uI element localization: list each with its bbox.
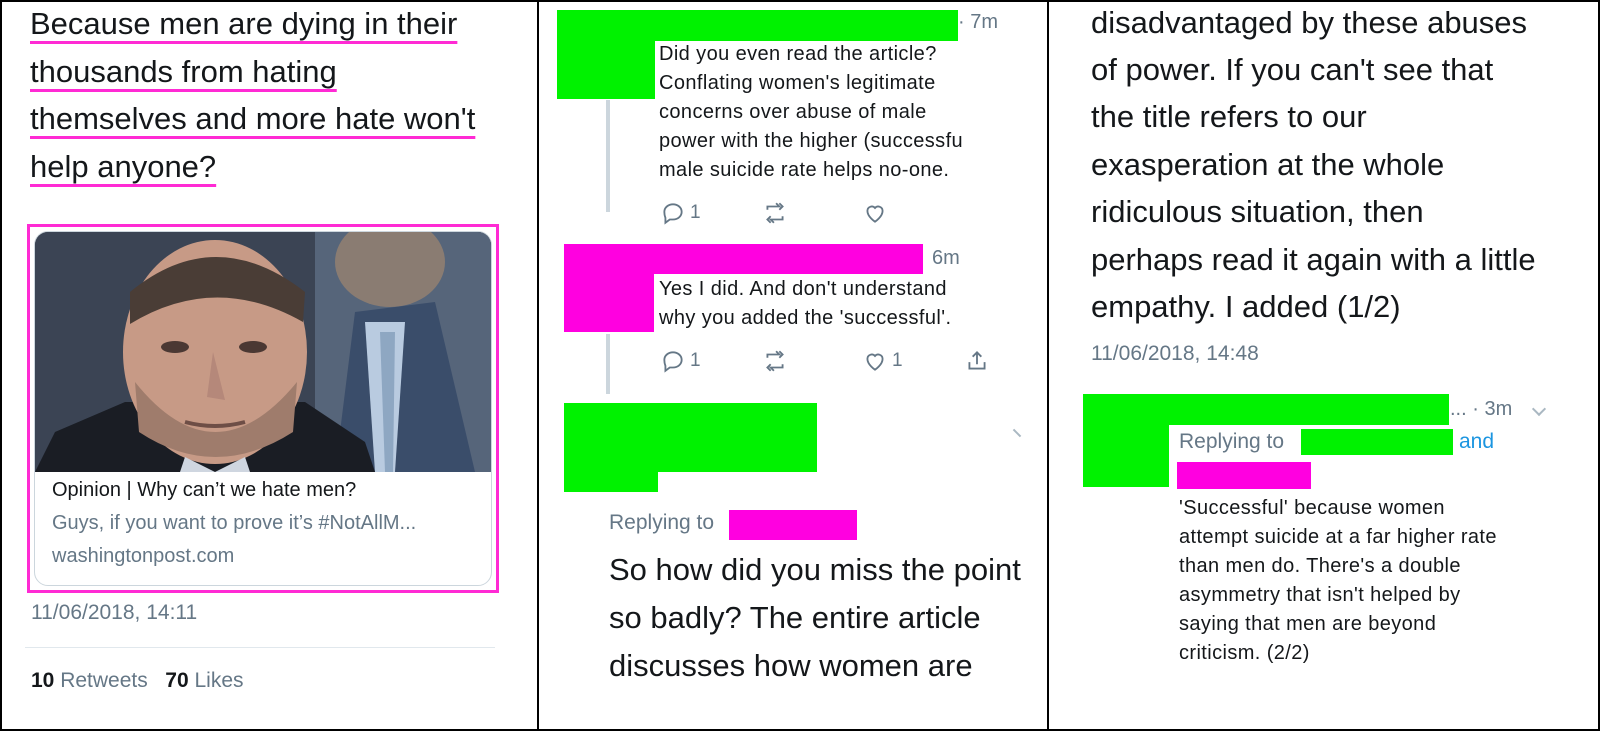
reply3-and-label[interactable]: and (1459, 430, 1494, 454)
redacted-avatar-1 (557, 41, 655, 99)
reply1-comment-icon[interactable] (660, 200, 686, 226)
likes-count[interactable]: 70 (165, 669, 188, 692)
reply3-line-2: attempt suicide at a far higher rate (1179, 526, 1497, 548)
tweet-timestamp: 11/06/2018, 14:11 (31, 601, 198, 624)
retweets-count[interactable]: 10 (31, 669, 54, 692)
reply2-retweet-icon[interactable] (762, 348, 788, 374)
panel-divider-1 (537, 0, 539, 731)
panel-divider-2 (1047, 0, 1049, 731)
link-card[interactable]: Opinion | Why can’t we hate men? Guys, i… (34, 231, 492, 586)
redacted-avatar-3 (564, 472, 658, 492)
cont-line-7: empathy. I added (1/2) (1091, 289, 1401, 324)
reply1-text: Did you even read the article? Conflatin… (659, 40, 999, 185)
reply1-line-5: male suicide rate helps no-one. (659, 159, 950, 181)
reply3-line-3: than men do. There's a double (1179, 555, 1461, 577)
main-line-3: discusses how women are (609, 648, 973, 683)
stats-divider (25, 647, 495, 648)
thread-line-2 (606, 334, 610, 394)
likes-label[interactable]: Likes (194, 669, 243, 692)
reply3-text: 'Successful' because women attempt suici… (1179, 494, 1579, 668)
cont-line-4: exasperation at the whole (1091, 147, 1445, 182)
tweet-line-3: themselves and more hate won't (30, 101, 476, 136)
cont-line-6: perhaps read it again with a little (1091, 242, 1536, 277)
reply3-line-1: 'Successful' because women (1179, 497, 1445, 519)
main-line-2: so badly? The entire article (609, 600, 981, 635)
article-photo (35, 232, 491, 472)
reply2-line-2: why you added the 'successful'. (659, 307, 952, 329)
reply3-time: ... · 3m (1450, 398, 1513, 420)
reply1-line-3: concerns over abuse of male (659, 101, 927, 123)
reply2-share-icon[interactable] (964, 348, 990, 374)
card-description: Guys, if you want to prove it’s #NotAllM… (52, 512, 417, 534)
card-title: Opinion | Why can’t we hate men? (52, 479, 357, 501)
reply1-time: · 7m (958, 11, 998, 33)
tweet-stats: 10 Retweets 70 Likes (31, 669, 244, 693)
redacted-username-1 (557, 10, 958, 41)
thread-line-1 (606, 100, 610, 212)
cont-line-2: of power. If you can't see that (1091, 52, 1494, 87)
cont-line-1: disadvantaged by these abuses (1091, 5, 1528, 40)
reply3-replying-label: Replying to (1179, 430, 1285, 453)
main-line-1: So how did you miss the point (609, 552, 1021, 587)
reply2-text: Yes I did. And don't understand why you … (659, 275, 999, 333)
reply2-like-icon[interactable] (862, 348, 888, 374)
reply1-line-1: Did you even read the article? (659, 43, 937, 65)
replying-to-label: Replying to (609, 511, 715, 534)
cont-line-3: the title refers to our (1091, 99, 1367, 134)
redacted-avatar-4 (1083, 425, 1169, 487)
reply2-line-1: Yes I did. And don't understand (659, 278, 947, 300)
reply1-retweet-icon[interactable] (762, 200, 788, 226)
article-photo-illustration (35, 232, 491, 472)
redacted-avatar-2 (564, 274, 654, 332)
redacted-username-3 (564, 403, 817, 472)
tweet-line-1: Because men are dying in their (30, 6, 458, 41)
reply3-line-6: criticism. (2/2) (1179, 642, 1310, 664)
reply1-line-4: power with the higher (successfu (659, 130, 964, 152)
cont-timestamp: 11/06/2018, 14:48 (1091, 342, 1259, 365)
tweet-line-4: help anyone? (30, 149, 217, 184)
redacted-mention-pink (1177, 462, 1311, 489)
tweet-line-2: thousands from hating (30, 54, 337, 89)
link-card-highlight[interactable]: Opinion | Why can’t we hate men? Guys, i… (27, 224, 499, 593)
redacted-mention-green (1301, 429, 1453, 455)
reply1-line-2: Conflating women's legitimate (659, 72, 936, 94)
reply2-comment-count: 1 (690, 350, 701, 371)
reply2-time: 6m (932, 247, 960, 269)
reply2-like-count: 1 (892, 350, 903, 371)
redacted-mention (729, 510, 857, 540)
reply2-comment-icon[interactable] (660, 348, 686, 374)
reply3-line-5: saying that men are beyond (1179, 613, 1437, 635)
retweets-label[interactable]: Retweets (60, 669, 148, 692)
redacted-username-2 (564, 244, 923, 274)
cont-line-5: ridiculous situation, then (1091, 194, 1424, 229)
card-domain: washingtonpost.com (52, 545, 235, 567)
reply3-line-4: asymmetry that isn't helped by (1179, 584, 1461, 606)
reply1-like-icon[interactable] (862, 200, 888, 226)
redacted-username-4 (1083, 394, 1449, 425)
reply1-comment-count: 1 (690, 202, 701, 223)
